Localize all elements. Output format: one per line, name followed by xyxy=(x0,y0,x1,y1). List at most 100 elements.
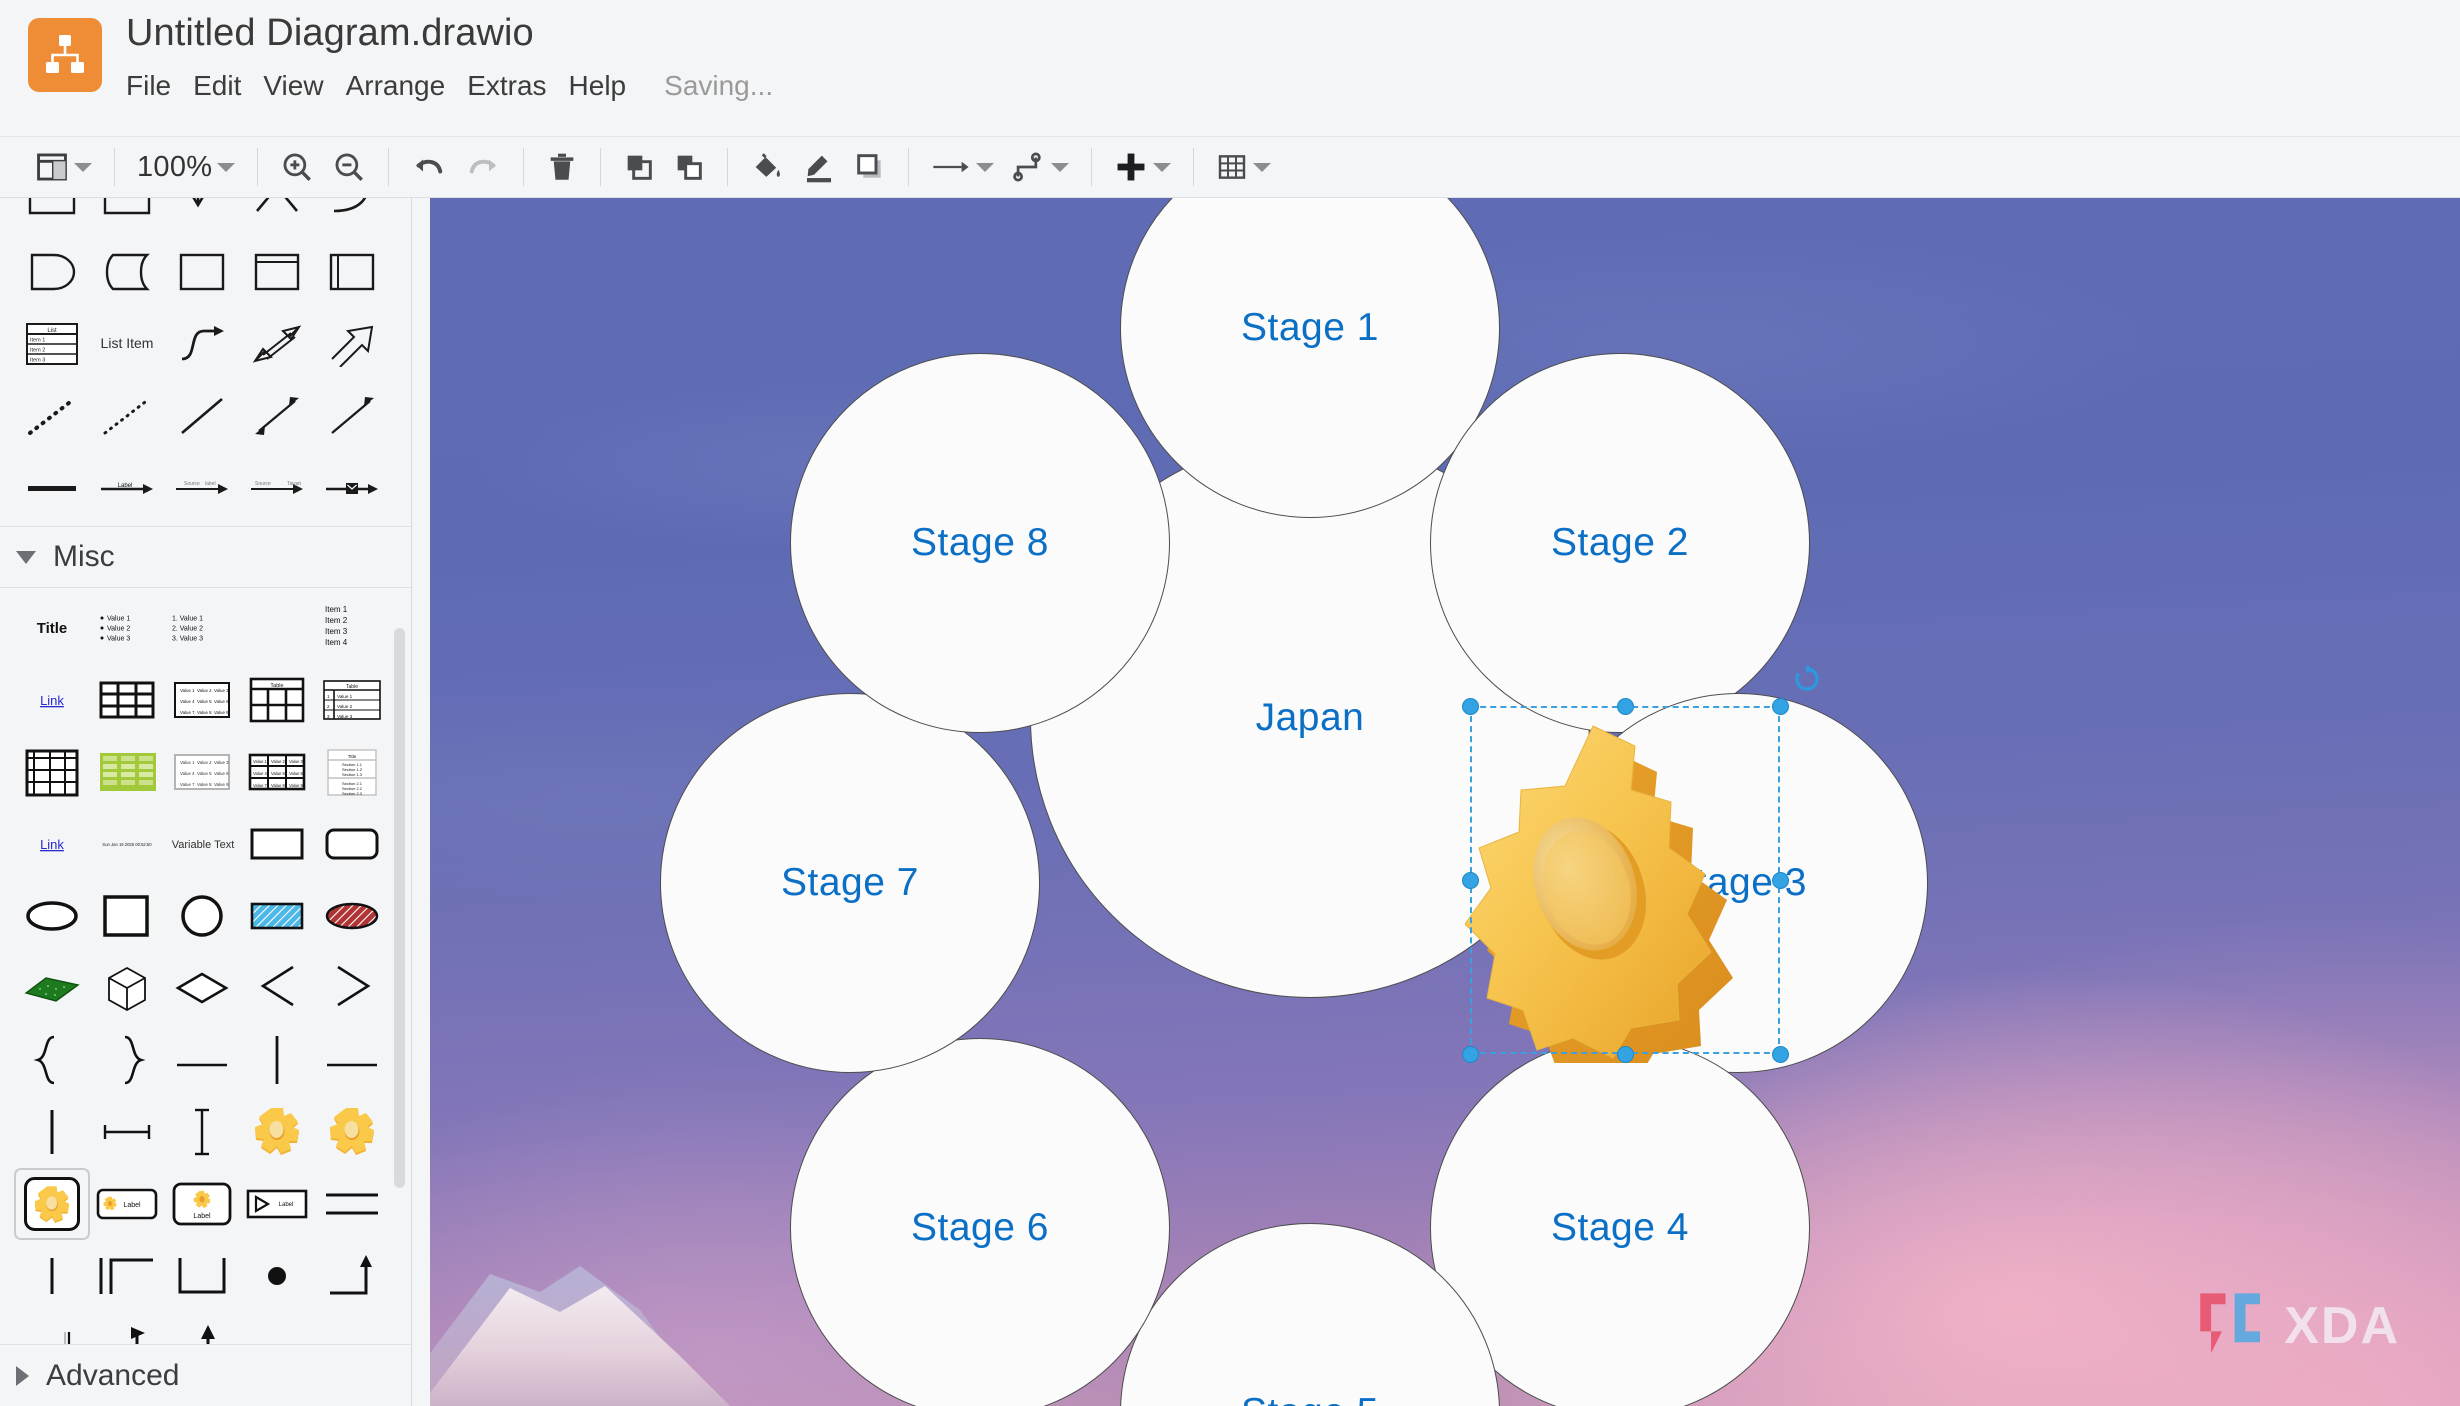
palette-shape-partial-caret-up[interactable] xyxy=(241,198,313,234)
palette-shape-delay[interactable] xyxy=(16,238,88,306)
palette-shape-timestamp[interactable]: Sun Jan 19 2025 00:52:50 xyxy=(91,810,163,878)
palette-shape-spreadsheet[interactable] xyxy=(16,738,88,806)
menu-extras[interactable]: Extras xyxy=(467,66,568,106)
fill-color-button[interactable] xyxy=(741,144,793,190)
delete-button[interactable] xyxy=(537,144,587,190)
zoom-out-button[interactable] xyxy=(323,144,375,190)
palette-shape-labeled-arrow[interactable]: Label xyxy=(91,454,163,522)
palette-shape-partial-curve[interactable] xyxy=(316,198,388,234)
palette-shape-title-text[interactable]: Title xyxy=(16,594,88,662)
selection-handle-s[interactable] xyxy=(1617,1046,1634,1063)
zoom-level-button[interactable]: 100% xyxy=(128,144,244,190)
palette-shape-rounded-rectangle[interactable] xyxy=(316,810,388,878)
palette-shape-grid-table[interactable] xyxy=(91,666,163,734)
palette-shape-left-brace[interactable] xyxy=(16,1026,88,1094)
palette-shape-partial-rect-a[interactable] xyxy=(16,198,88,234)
insert-button[interactable] xyxy=(1105,144,1180,190)
palette-shape-simple-arrow[interactable] xyxy=(316,382,388,450)
palette-shape-bar-and-corner[interactable] xyxy=(91,1242,163,1310)
palette-scrollbar[interactable] xyxy=(394,628,405,1188)
palette-shape-arrow-with-box[interactable] xyxy=(316,454,388,522)
palette-shape-link2[interactable]: Link xyxy=(16,810,88,878)
zoom-in-button[interactable] xyxy=(271,144,323,190)
menu-help[interactable]: Help xyxy=(569,66,649,106)
palette-shape-item-list[interactable]: Item 1 Item 2 Item 3 Item 4 xyxy=(316,594,388,662)
palette-shape-plain-line[interactable] xyxy=(166,382,238,450)
palette-shape-vertical-dimension[interactable] xyxy=(166,1098,238,1166)
bring-to-front-button[interactable] xyxy=(614,144,664,190)
palette-shape-source-target-arrow[interactable]: Source label xyxy=(166,454,238,522)
palette-shape-red-hatched-ellipse[interactable] xyxy=(316,882,388,950)
palette-shape-ellipse[interactable] xyxy=(16,882,88,950)
undo-button[interactable] xyxy=(402,144,456,190)
palette-shape-dotted-line[interactable] xyxy=(16,382,88,450)
palette-shape-green-plane[interactable] xyxy=(16,954,88,1022)
table-button[interactable] xyxy=(1207,144,1280,190)
palette-shape-zigzag-right[interactable] xyxy=(316,954,388,1022)
palette-shape-circle[interactable] xyxy=(166,882,238,950)
palette-shape-square2[interactable] xyxy=(91,882,163,950)
palette-shape-bold-value-table[interactable]: Value 1 Value 2 Value 3 Value 4 Value 5 Valu… xyxy=(241,738,313,806)
palette-shape-bidirectional-arrow[interactable] xyxy=(241,382,313,450)
palette-shape-vertical-divider[interactable] xyxy=(16,1098,88,1166)
palette-shape-cube[interactable] xyxy=(91,954,163,1022)
sidebar-section-advanced[interactable]: Advanced xyxy=(0,1344,411,1406)
selection-handle-n[interactable] xyxy=(1617,698,1634,715)
sidebar-section-misc[interactable]: Misc xyxy=(0,526,411,588)
palette-shape-rectangle[interactable] xyxy=(241,810,313,878)
selection-handle-sw[interactable] xyxy=(1462,1046,1479,1063)
stage-node-7[interactable]: Stage 7 xyxy=(660,693,1040,1073)
selection-handle-se[interactable] xyxy=(1772,1046,1789,1063)
palette-shape-link[interactable]: Link xyxy=(16,666,88,734)
palette-shape-zigzag-left[interactable] xyxy=(241,954,313,1022)
waypoints-button[interactable] xyxy=(1003,144,1078,190)
palette-shape-variable-text[interactable]: Variable Text xyxy=(166,810,238,878)
palette-shape-block-arrow[interactable] xyxy=(316,310,388,378)
palette-shape-s-curve-arrow[interactable] xyxy=(166,310,238,378)
palette-shape-square[interactable] xyxy=(166,238,238,306)
palette-shape-dimension-line[interactable] xyxy=(91,1098,163,1166)
stage-node-8[interactable]: Stage 8 xyxy=(790,353,1170,733)
selection-handle-w[interactable] xyxy=(1462,872,1479,889)
shadow-button[interactable] xyxy=(845,144,895,190)
palette-shape-numbered-table[interactable]: Table 1 Value 1 2 Value 2 3 Value 3 xyxy=(316,666,388,734)
palette-shape-double-rule[interactable] xyxy=(316,1170,388,1238)
palette-shape-gear-label-below[interactable]: Label xyxy=(166,1170,238,1238)
palette-shape-dashed-dotted-line[interactable] xyxy=(91,382,163,450)
stage-node-6[interactable]: Stage 6 xyxy=(790,1038,1170,1406)
palette-shape-gear-label-left[interactable]: Label xyxy=(91,1170,163,1238)
palette-shape-dot[interactable] xyxy=(241,1242,313,1310)
palette-shape-horizontal-rule[interactable] xyxy=(316,1026,388,1094)
palette-shape-vertical-banded[interactable] xyxy=(316,238,388,306)
palette-shape-list-item[interactable]: List Item xyxy=(91,310,163,378)
palette-shape-diamond[interactable] xyxy=(166,954,238,1022)
menu-arrange[interactable]: Arrange xyxy=(346,66,468,106)
palette-shape-bracket-bottom[interactable] xyxy=(166,1242,238,1310)
menu-file[interactable]: File xyxy=(126,66,193,106)
selection-handle-ne[interactable] xyxy=(1772,698,1789,715)
palette-shape-right-brace[interactable] xyxy=(91,1026,163,1094)
menu-view[interactable]: View xyxy=(263,66,345,106)
menu-edit[interactable]: Edit xyxy=(193,66,263,106)
palette-shape-titled-table[interactable]: Table xyxy=(241,666,313,734)
palette-shape-corner-arrow-up[interactable] xyxy=(316,1242,388,1310)
connection-style-button[interactable] xyxy=(922,144,1003,190)
palette-shape-gear-1[interactable] xyxy=(241,1098,313,1166)
rotate-icon[interactable] xyxy=(1792,664,1822,694)
palette-shape-stored-data[interactable] xyxy=(91,238,163,306)
stage-node-1[interactable]: Stage 1 xyxy=(1120,198,1500,518)
palette-shape-ordered-list[interactable]: 1. Value 1 2. Value 2 3. Value 3 xyxy=(166,594,238,662)
palette-shape-vertical-line[interactable] xyxy=(241,1026,313,1094)
view-panels-button[interactable] xyxy=(26,144,101,190)
palette-shape-thick-line[interactable] xyxy=(16,454,88,522)
line-color-button[interactable] xyxy=(793,144,845,190)
palette-shape-value-table[interactable]: Value 1 Value 2 Value 3 Value 4 Value 5 Valu… xyxy=(166,666,238,734)
palette-shape-single-bar[interactable] xyxy=(16,1242,88,1310)
shape-palette-sidebar[interactable]: List Item 1 Item 2 Item 3 List Item Labe… xyxy=(0,198,412,1406)
palette-shape-double-block-arrow[interactable] xyxy=(241,310,313,378)
palette-shape-source-target-arrow-2[interactable]: Source Target xyxy=(241,454,313,522)
palette-shape-partial-arrow-v[interactable] xyxy=(166,198,238,234)
palette-shape-empty[interactable] xyxy=(241,594,313,662)
palette-shape-horizontal-line[interactable] xyxy=(166,1026,238,1094)
palette-shape-titled-sections[interactable]: Title Section 1.1 Section 1.2 Section 1.… xyxy=(316,738,388,806)
